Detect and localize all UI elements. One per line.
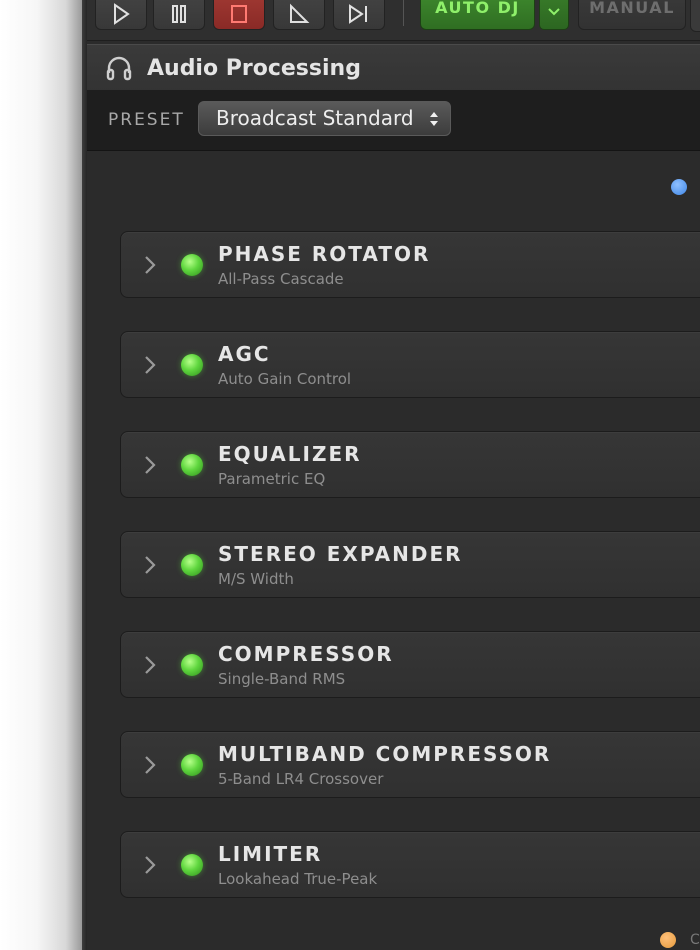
preset-select[interactable]: Broadcast Standard <box>198 101 451 136</box>
module-subtitle: Parametric EQ <box>218 470 326 488</box>
footer-cut-text: C <box>690 932 700 948</box>
headphones-icon <box>105 55 133 81</box>
module-status-led <box>181 254 203 276</box>
module-name: AGC <box>218 342 271 366</box>
chevron-right-icon[interactable] <box>143 254 157 276</box>
module-status-led <box>181 854 203 876</box>
pause-button[interactable] <box>153 0 205 30</box>
chevron-right-icon[interactable] <box>143 754 157 776</box>
chevron-down-icon <box>548 8 560 16</box>
auto-dj-label: AUTO DJ <box>435 0 520 17</box>
play-button[interactable] <box>95 0 147 30</box>
module-subtitle: All-Pass Cascade <box>218 270 344 288</box>
toolbar-overflow-button[interactable] <box>690 0 700 32</box>
cue-button[interactable] <box>273 0 325 30</box>
module-name: EQUALIZER <box>218 442 362 466</box>
module-name: MULTIBAND COMPRESSOR <box>218 742 552 766</box>
desktop-background <box>0 0 82 950</box>
module-subtitle: 5-Band LR4 Crossover <box>218 770 384 788</box>
preset-label: PRESET <box>108 110 185 130</box>
module-subtitle: Single-Band RMS <box>218 670 346 688</box>
module-row[interactable]: STEREO EXPANDER M/S Width <box>120 531 700 598</box>
status-orange-dot <box>660 932 676 948</box>
module-row[interactable]: PHASE ROTATOR All-Pass Cascade <box>120 231 700 298</box>
module-subtitle: M/S Width <box>218 570 294 588</box>
skip-next-icon <box>349 4 367 24</box>
manual-label: MANUAL <box>589 0 675 17</box>
toolbar-separator <box>403 0 404 26</box>
chevron-right-icon[interactable] <box>143 854 157 876</box>
auto-dj-button[interactable]: AUTO DJ <box>420 0 535 30</box>
panel-header: Audio Processing <box>87 44 700 92</box>
manual-button[interactable]: MANUAL <box>578 0 686 30</box>
panel-title: Audio Processing <box>147 55 361 81</box>
module-name: LIMITER <box>218 842 323 866</box>
module-row[interactable]: LIMITER Lookahead True-Peak <box>120 831 700 898</box>
module-row[interactable]: EQUALIZER Parametric EQ <box>120 431 700 498</box>
chevron-right-icon[interactable] <box>143 654 157 676</box>
module-row[interactable]: COMPRESSOR Single-Band RMS <box>120 631 700 698</box>
module-name: PHASE ROTATOR <box>218 242 431 266</box>
stop-button[interactable] <box>213 0 265 30</box>
transport-toolbar: AUTO DJ MANUAL <box>87 0 700 41</box>
skip-next-button[interactable] <box>333 0 385 30</box>
auto-dj-dropdown[interactable] <box>539 0 569 30</box>
module-subtitle: Lookahead True-Peak <box>218 870 378 888</box>
status-indicator-dot <box>671 179 687 195</box>
module-status-led <box>181 754 203 776</box>
module-row[interactable]: MULTIBAND COMPRESSOR 5-Band LR4 Crossover <box>120 731 700 798</box>
module-status-led <box>181 554 203 576</box>
module-row[interactable]: AGC Auto Gain Control <box>120 331 700 398</box>
module-status-led <box>181 354 203 376</box>
module-status-led <box>181 454 203 476</box>
chevron-right-icon[interactable] <box>143 354 157 376</box>
pause-icon <box>172 5 186 23</box>
module-name: COMPRESSOR <box>218 642 394 666</box>
stop-icon <box>231 5 247 23</box>
updown-arrows-icon <box>430 112 438 126</box>
module-status-led <box>181 654 203 676</box>
play-icon <box>114 3 130 25</box>
module-name: STEREO EXPANDER <box>218 542 463 566</box>
preset-value: Broadcast Standard <box>216 106 414 130</box>
chevron-right-icon[interactable] <box>143 454 157 476</box>
chevron-right-icon[interactable] <box>143 554 157 576</box>
module-subtitle: Auto Gain Control <box>218 370 352 388</box>
fade-icon <box>290 3 310 23</box>
preset-bar: PRESET Broadcast Standard <box>87 90 700 151</box>
